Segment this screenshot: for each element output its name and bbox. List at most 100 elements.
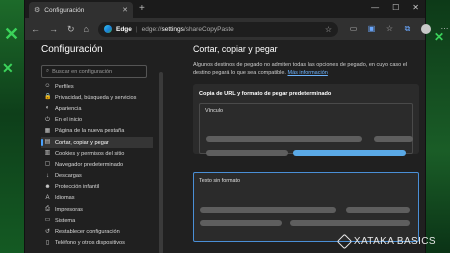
placeholder-bar: [206, 150, 288, 157]
selected-indicator-bar: [293, 150, 406, 157]
sidebar-item[interactable]: ◐ Apariencia: [41, 103, 153, 114]
section-title: Copia de URL y formato de pegar predeter…: [199, 91, 332, 98]
watermark: XATAKA BASICS: [336, 233, 436, 250]
option-link[interactable]: Vínculo: [199, 103, 413, 157]
collections-icon[interactable]: ⧉: [403, 25, 412, 33]
sidebar-nav: ☺ Perfiles 🔒 Privacidad, búsqueda y servici…: [41, 81, 175, 249]
sidebar-item[interactable]: ⏻ En el inicio: [41, 115, 153, 126]
extension-icon[interactable]: ▣: [367, 25, 376, 33]
settings-sidebar: Configuración ⌕ Buscar en configuración …: [35, 40, 175, 253]
page-description: Algunos destinos de pegado no admiten to…: [193, 62, 419, 77]
address-url: edge://settings/shareCopyPaste: [141, 25, 234, 33]
sidebar-item[interactable]: 🔒 Privacidad, búsqueda y servicios: [41, 92, 153, 103]
settings-main: Cortar, copiar y pegar Algunos destinos …: [193, 40, 419, 253]
tab-settings[interactable]: ⚙ Configuración ✕: [29, 2, 133, 18]
sidebar-item[interactable]: ⎙ Impresoras: [41, 204, 153, 215]
more-options-icon[interactable]: ⋯: [440, 25, 449, 33]
search-input[interactable]: ⌕ Buscar en configuración: [41, 65, 147, 78]
sidebar-item[interactable]: A Idiomas: [41, 193, 153, 204]
sidebar-scrollbar[interactable]: [159, 72, 163, 253]
minimize-icon[interactable]: —: [371, 3, 379, 12]
sidebar-item[interactable]: ▢ Navegador predeterminado: [41, 159, 153, 170]
split-screen-icon[interactable]: ▭: [349, 25, 358, 33]
sidebar-item[interactable]: ↓ Descargas: [41, 171, 153, 182]
placeholder-bar: [290, 220, 410, 227]
learn-more-link[interactable]: Más información: [287, 70, 327, 76]
power-icon: ⏻: [45, 116, 50, 123]
default-format-card: Copia de URL y formato de pegar predeter…: [193, 84, 419, 157]
favorites-icon[interactable]: ☆: [385, 25, 394, 33]
option-link-label: Vínculo: [205, 108, 223, 115]
sidebar-item[interactable]: ☻ Protección infantil: [41, 182, 153, 193]
navigation-bar: ← → ↻ ⌂ Edge | edge://settings/shareCopy…: [25, 18, 448, 40]
xataka-logo-icon: [336, 233, 353, 250]
phone-icon: ▯: [45, 239, 50, 246]
forward-icon[interactable]: →: [49, 24, 58, 34]
placeholder-bar: [374, 136, 413, 143]
sidebar-item-label: Navegador predeterminado: [55, 161, 124, 168]
person-icon: ☺: [44, 83, 51, 90]
back-icon[interactable]: ←: [31, 24, 40, 34]
sidebar-item[interactable]: ▤ Cortar, copiar y pegar: [41, 136, 153, 149]
address-brand: Edge: [115, 25, 132, 33]
sidebar-item-label: Protección infantil: [55, 184, 100, 191]
avatar[interactable]: [420, 24, 431, 34]
close-window-icon[interactable]: ✕: [412, 3, 419, 12]
sidebar-item-label: Descargas: [55, 173, 82, 180]
sidebar-item-label: Teléfono y otros dispositivos: [55, 240, 125, 247]
sidebar-item[interactable]: ▭ Sistema: [41, 215, 153, 226]
tab-title: Configuración: [44, 6, 85, 14]
placeholder-bar: [346, 207, 410, 214]
palette-icon: ◐: [45, 105, 50, 112]
browser-icon: ▢: [44, 161, 51, 168]
watermark-text: XATAKA BASICS: [353, 236, 436, 247]
sidebar-item-label: Perfiles: [55, 83, 74, 90]
sidebar-item[interactable]: ▦ Página de la nueva pestaña: [41, 126, 153, 137]
sidebar-item[interactable]: ▯ Teléfono y otros dispositivos: [41, 238, 153, 249]
close-icon[interactable]: ✕: [122, 6, 128, 14]
sidebar-item-label: Privacidad, búsqueda y servicios: [55, 94, 137, 101]
sidebar-item-label: En el inicio: [55, 117, 83, 124]
reset-icon: ↺: [44, 228, 51, 235]
download-icon: ↓: [46, 172, 49, 179]
placeholder-bar: [200, 220, 282, 227]
gear-icon: ⚙: [34, 7, 41, 14]
sidebar-item[interactable]: ☺ Perfiles: [41, 81, 153, 92]
sidebar-title: Configuración: [41, 44, 103, 55]
option-plain-text-label: Texto sin formato: [199, 178, 241, 185]
system-icon: ▭: [44, 217, 51, 224]
tab-strip: ⚙ Configuración ✕ + — ☐ ✕: [25, 0, 425, 18]
sidebar-item-label: Sistema: [55, 217, 76, 224]
toolbar-icons: ▭ ▣ ☆ ⧉ ⋯: [349, 24, 449, 34]
settings-content: Configuración ⌕ Buscar en configuración …: [25, 40, 425, 253]
sidebar-item-label: Restablecer configuración: [55, 229, 120, 236]
window-controls: — ☐ ✕: [371, 3, 419, 12]
maximize-icon[interactable]: ☐: [392, 3, 399, 12]
language-icon: A: [45, 194, 50, 201]
sidebar-item-label: Cookies y permisos del sitio: [55, 150, 125, 157]
refresh-icon[interactable]: ↻: [67, 24, 75, 35]
printer-icon: ⎙: [45, 206, 50, 213]
search-placeholder: Buscar en configuración: [52, 68, 113, 75]
search-icon: ⌕: [46, 68, 50, 74]
browser-window: ⚙ Configuración ✕ + — ☐ ✕ ← → ↻ ⌂ Edge |…: [24, 0, 448, 253]
sidebar-item[interactable]: ↺ Restablecer configuración: [41, 226, 153, 237]
sidebar-item-label: Idiomas: [55, 195, 75, 202]
family-icon: ☻: [44, 183, 51, 190]
new-tab-button[interactable]: +: [139, 3, 145, 14]
favorite-star-icon[interactable]: ☆: [325, 25, 332, 34]
home-icon[interactable]: ⌂: [84, 24, 89, 34]
address-bar[interactable]: Edge | edge://settings/shareCopyPaste ☆: [97, 21, 338, 37]
decorative-cross-icon: ✕: [4, 24, 20, 44]
placeholder-bar: [200, 207, 336, 214]
sidebar-item-label: Cortar, copiar y pegar: [55, 139, 109, 146]
clipboard-icon: ▤: [44, 139, 51, 146]
newtab-icon: ▦: [44, 127, 51, 134]
sidebar-item[interactable]: ▥ Cookies y permisos del sitio: [41, 148, 153, 159]
address-separator: |: [135, 25, 138, 33]
page-title: Cortar, copiar y pegar: [193, 44, 278, 54]
edge-logo-icon: [103, 25, 112, 33]
option-plain-text[interactable]: Texto sin formato: [193, 172, 419, 243]
sidebar-item-label: Apariencia: [55, 105, 82, 112]
sidebar-item-label: Página de la nueva pestaña: [55, 128, 125, 135]
